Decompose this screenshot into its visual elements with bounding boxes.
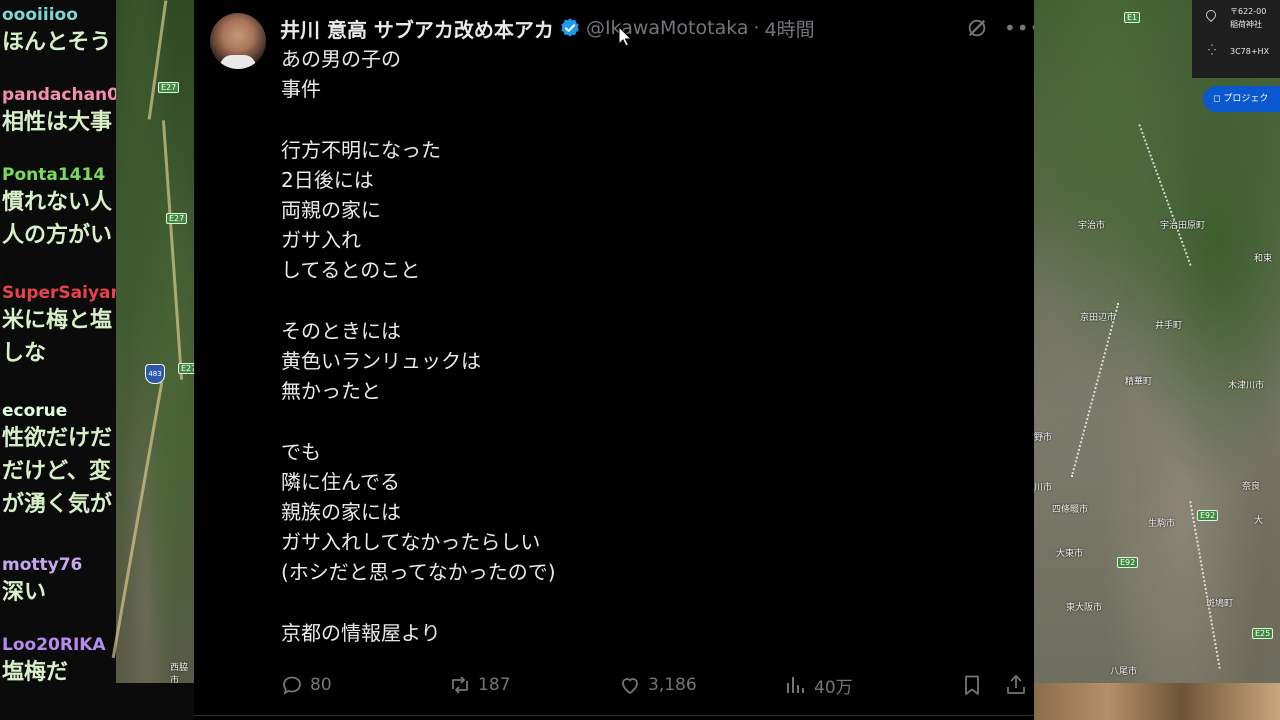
- location-pin-icon: [1203, 7, 1219, 23]
- chat-message: motty76 深い: [2, 554, 116, 609]
- map-city-label: 和束: [1254, 254, 1273, 264]
- map-city-label: 野市: [1034, 433, 1053, 443]
- heart-icon: [622, 678, 638, 695]
- mouse-cursor-icon: [618, 26, 632, 47]
- chat-text: 深い: [2, 580, 47, 605]
- separator: ·: [753, 17, 760, 39]
- chat-message: ecorue 性欲だけだだけど、変が湧く気が: [2, 400, 116, 521]
- chat-username[interactable]: Ponta1414: [2, 164, 116, 186]
- reply-button[interactable]: 80: [280, 668, 332, 702]
- repost-count: 187: [478, 675, 511, 695]
- bookmark-small-icon: ◻: [1213, 94, 1221, 104]
- highway-badge: E27: [166, 213, 188, 224]
- reply-icon: [283, 676, 301, 695]
- map-city-label: 八尾市: [1110, 667, 1138, 677]
- chat-text: 性欲だけだ: [2, 426, 113, 451]
- share-button[interactable]: [1004, 668, 1028, 702]
- tweet-actions: 80 187 3,186 40万: [280, 668, 1040, 702]
- chat-text: ほんとそう: [2, 30, 112, 55]
- chat-text: 慣れない人: [2, 190, 113, 215]
- highway-badge: E92: [1117, 557, 1139, 568]
- chat-text: だけど、変: [2, 459, 111, 484]
- chat-text: しな: [2, 341, 47, 366]
- highway-badge: E92: [1197, 510, 1219, 521]
- repost-icon: [452, 676, 468, 694]
- bottom-right-strip: [1034, 683, 1280, 720]
- panel-place: 稲荷神社: [1230, 20, 1262, 29]
- divider: [194, 715, 1034, 716]
- map-city-label: 大: [1254, 516, 1264, 526]
- route-shield: 483: [145, 364, 165, 384]
- chat-text: 相性は大事: [2, 110, 113, 135]
- map-city-label: 東大阪市: [1066, 603, 1103, 613]
- map-left-strip[interactable]: E27 E27 E27 483 西脇市: [111, 0, 200, 686]
- chat-message: SuperSaiyan 米に梅と塩しな: [2, 282, 116, 370]
- map-city-label: 木津川市: [1228, 381, 1265, 391]
- views-button[interactable]: 40万: [784, 668, 853, 702]
- chat-text: が湧く気が: [2, 492, 113, 517]
- views-chart-icon: [787, 677, 804, 693]
- map-city-label: 斑鳩町: [1206, 599, 1234, 609]
- map-city-label: 京田辺市: [1080, 313, 1117, 323]
- chat-username[interactable]: ecorue: [2, 400, 116, 422]
- highway-badge: E27: [158, 82, 180, 93]
- highway-badge: E1: [1124, 12, 1141, 23]
- map-city-label: 宇治田原町: [1160, 221, 1206, 231]
- chat-text: 人の方がい: [2, 223, 113, 248]
- view-count: 40万: [814, 677, 853, 698]
- like-button[interactable]: 3,186: [618, 668, 697, 702]
- like-count: 3,186: [648, 675, 697, 695]
- more-options-icon[interactable]: •••: [1004, 17, 1041, 39]
- chat-message: Loo20RIKA 塩梅だ: [2, 634, 116, 689]
- bottom-left-filler: [116, 683, 194, 720]
- chat-text: 米に梅と塩: [2, 308, 113, 333]
- repost-button[interactable]: 187: [448, 668, 510, 702]
- chat-panel: oooiiioo ほんとそう pandachan0 相性は大事 Ponta1414 慣れな…: [0, 0, 116, 720]
- panel-address: 〒622-00: [1230, 7, 1267, 16]
- map-city-label: 四條畷市: [1052, 505, 1089, 515]
- verified-badge-icon: [561, 18, 579, 37]
- chat-username[interactable]: oooiiioo: [2, 4, 116, 26]
- tweet-text: あの男の子の 事件 行方不明になった 2日後には 両親の家に ガサ入れ してると…: [281, 47, 556, 645]
- map-city-label: 大東市: [1056, 549, 1084, 559]
- plus-code-icon: ⁛: [1208, 45, 1216, 56]
- tweet-card[interactable]: 井川 意高 サブアカ改め本アカ @IkawaMototaka · 4時間 •••…: [194, 0, 1041, 720]
- handle[interactable]: @IkawaMototaka: [586, 17, 749, 39]
- chat-message: oooiiioo ほんとそう: [2, 4, 116, 59]
- chat-username[interactable]: Loo20RIKA: [2, 634, 116, 656]
- timestamp[interactable]: 4時間: [765, 15, 815, 42]
- map-city-label: 宇治市: [1078, 221, 1106, 231]
- tweet-header: 井川 意高 サブアカ改め本アカ @IkawaMototaka · 4時間: [280, 13, 815, 43]
- place-panel[interactable]: 〒622-00 稲荷神社 ⁛ 3C78+HX: [1192, 0, 1280, 78]
- project-button[interactable]: ◻ プロジェク: [1203, 86, 1280, 112]
- map-city-label: 奈良: [1242, 482, 1261, 492]
- bookmark-icon: [965, 675, 979, 695]
- map-city-label: 精華町: [1125, 377, 1153, 387]
- chat-username[interactable]: pandachan0: [2, 84, 116, 106]
- chat-message: pandachan0 相性は大事: [2, 84, 116, 139]
- highway-badge: E25: [1252, 628, 1274, 639]
- map-city-label: 生駒市: [1148, 519, 1176, 529]
- project-button-label: プロジェク: [1223, 94, 1269, 104]
- chat-username[interactable]: motty76: [2, 554, 116, 576]
- chat-message: Ponta1414 慣れない人人の方がい: [2, 164, 116, 252]
- chat-username[interactable]: SuperSaiyan: [2, 282, 116, 304]
- map-city-label: 井手町: [1155, 321, 1183, 331]
- map-city-label: 川市: [1034, 483, 1053, 493]
- bookmark-button[interactable]: [960, 668, 984, 702]
- share-icon: [1007, 675, 1025, 694]
- display-name[interactable]: 井川 意高 サブアカ改め本アカ: [280, 14, 554, 43]
- chat-text: 塩梅だ: [2, 660, 69, 685]
- grok-icon[interactable]: [966, 17, 988, 39]
- panel-plus-code: 3C78+HX: [1230, 47, 1270, 56]
- avatar[interactable]: [210, 13, 266, 69]
- reply-count: 80: [310, 675, 332, 695]
